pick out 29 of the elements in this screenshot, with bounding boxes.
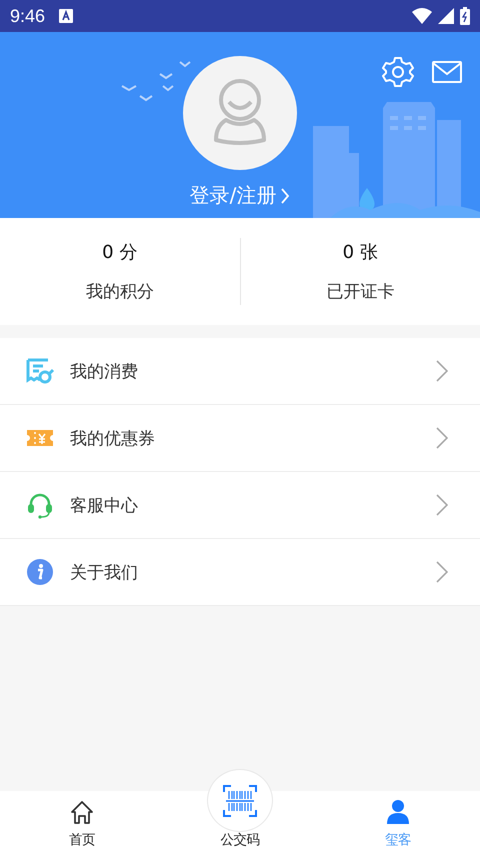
receipt-icon [26, 357, 54, 385]
chevron-right-icon [436, 561, 448, 583]
chevron-right-icon [436, 427, 448, 449]
chevron-right-icon [280, 186, 290, 204]
menu-item[interactable]: 客服中心 [0, 472, 480, 539]
home-icon [69, 799, 95, 825]
status-time: 9:46 [10, 6, 46, 26]
stat-value: 0 分 [102, 241, 138, 264]
chevron-right-icon [436, 360, 448, 382]
menu-item[interactable]: 我的消费 [0, 338, 480, 405]
stat-value: 0 张 [342, 241, 378, 264]
headset-icon [26, 491, 54, 519]
settings-icon[interactable] [382, 56, 414, 88]
mail-icon[interactable] [432, 61, 462, 83]
menu-item[interactable]: 我的优惠券 [0, 405, 480, 472]
wifi-icon [412, 8, 432, 24]
battery-icon [460, 7, 470, 25]
notification-icon [59, 9, 74, 23]
stat-label: 已开证卡 [326, 281, 394, 303]
nav-tab[interactable]: 公交码 [164, 769, 316, 853]
barcode-scan-icon [223, 784, 257, 818]
menu-item[interactable]: 关于我们 [0, 539, 480, 606]
person-icon [385, 799, 411, 825]
info-icon [26, 558, 54, 586]
signal-icon [438, 8, 454, 24]
nav-tab[interactable]: 首页 [0, 791, 164, 853]
chevron-right-icon [436, 494, 448, 516]
avatar-placeholder-icon [212, 78, 268, 148]
stat-label: 我的积分 [86, 281, 154, 303]
